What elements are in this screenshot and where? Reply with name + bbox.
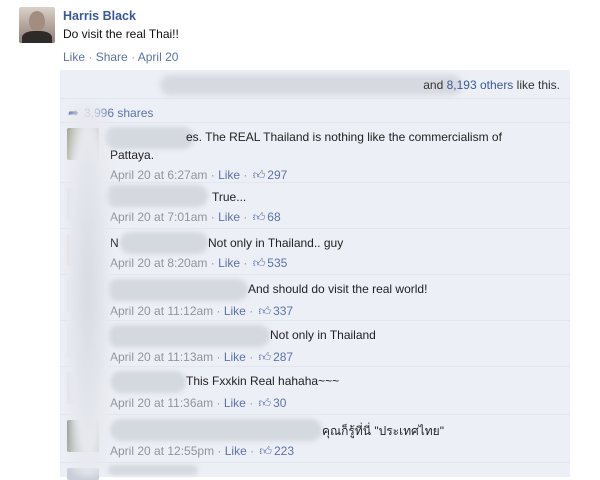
post-share-link[interactable]: Share [96,50,128,64]
comment-like-count[interactable]: 287 [273,350,293,364]
blurred-commenter-name [120,232,208,254]
comment-item: Not only in Thailand April 20 at 11:13am… [60,320,570,367]
comment-time[interactable]: April 20 at 11:12am [110,304,213,318]
comment-meta: April 20 at 11:13am · Like · 👍︎ 287 [110,350,294,364]
comment-time[interactable]: April 20 at 11:13am [110,350,213,364]
blurred-commenter-name [104,185,208,207]
author-avatar[interactable] [19,7,55,43]
thumbs-up-icon: 👍︎ [252,256,266,270]
comment-like-count[interactable]: 337 [273,304,293,318]
comment-item: es. The REAL Thailand is nothing like th… [60,122,570,182]
thumbs-up-icon: 👍︎ [252,168,266,182]
blurred-commenter-name [106,325,270,347]
blurred-commenter-name [106,279,248,301]
comment-text-continued: Pattaya. [110,148,155,162]
post-date-link[interactable]: April 20 [138,50,179,64]
feedback-section: and 8,193 others like this. ➦3,996 share… [60,70,570,480]
comment-like-count[interactable]: 30 [273,396,286,410]
comment-meta: April 20 at 7:01am · Like · 👍︎ 68 [110,210,281,224]
likes-prefix: and [423,78,447,92]
comment-item-partial [60,462,570,480]
comment-like-link[interactable]: Like [218,256,240,270]
comment-meta: April 20 at 8:20am · Like · 👍︎ 535 [110,256,288,270]
thumbs-up-icon: 👍︎ [258,304,272,318]
comment-time[interactable]: April 20 at 7:01am [110,210,207,224]
comment-author-initial[interactable]: N [110,236,119,250]
blurred-commenter-name [104,127,194,149]
comment-like-count[interactable]: 223 [274,444,294,458]
blurred-commenter-name [108,465,198,475]
comment-item: คุณก็รู้ที่นี่ "ประเทศไทย" April 20 at 1… [60,414,570,461]
comment-text: And should do visit the real world! [248,282,428,296]
blurred-commenter-name [110,371,186,393]
thumbs-up-icon: 👍︎ [258,350,272,364]
comment-item: True... April 20 at 7:01am · Like · 👍︎ 68 [60,182,570,229]
separator: · [131,50,136,64]
avatar-head [29,11,45,31]
comment-time[interactable]: April 20 at 8:20am [110,256,207,270]
comment-item: And should do visit the real world! Apri… [60,274,570,321]
comment-like-link[interactable]: Like [224,304,246,318]
comment-text: Not only in Thailand [270,328,376,342]
comment-like-link[interactable]: Like [218,210,240,224]
post-actions: Like · Share · April 20 [63,50,178,64]
comment-like-count[interactable]: 535 [267,256,287,270]
comment-text: คุณก็รู้ที่นี่ "ประเทศไทย" [322,424,444,438]
comment-text: This Fxxkin Real hahaha~~~ [186,374,340,388]
comment-meta: April 20 at 6:27am · Like · 👍︎ 297 [110,168,288,182]
blurred-commenter-name [110,419,322,441]
likes-summary: and 8,193 others like this. [423,78,560,92]
comment-like-link[interactable]: Like [224,350,246,364]
comment-meta: April 20 at 11:36am · Like · 👍︎ 30 [110,396,287,410]
comment-text: Not only in Thailand.. guy [208,236,344,250]
separator: · [88,50,93,64]
blurred-liker-names [160,75,462,95]
likes-suffix: like this. [513,78,560,92]
comment-text: es. The REAL Thailand is nothing like th… [186,130,502,144]
comment-meta: April 20 at 12:55pm · Like · 👍︎ 223 [110,444,294,458]
comment-like-link[interactable]: Like [218,168,240,182]
comment-like-count[interactable]: 68 [267,210,280,224]
comment-meta: April 20 at 11:12am · Like · 👍︎ 337 [110,304,294,318]
post-text: Do visit the real Thai!! [63,27,179,41]
thumbs-up-icon: 👍︎ [259,444,272,458]
post-author-name[interactable]: Harris Black [63,9,136,23]
comment-time[interactable]: April 20 at 11:36am [110,396,213,410]
comment-time[interactable]: April 20 at 12:55pm [110,444,214,458]
comment-like-link[interactable]: Like [224,396,246,410]
comment-like-link[interactable]: Like [225,444,247,458]
comment-item: This Fxxkin Real hahaha~~~ April 20 at 1… [60,366,570,413]
likes-row: and 8,193 others like this. [60,70,570,99]
likes-count-link[interactable]: 8,193 others [447,78,514,92]
comment-item: N Not only in Thailand.. guy April 20 at… [60,228,570,275]
comment-like-count[interactable]: 297 [267,168,287,182]
comment-text: True... [212,190,247,204]
privacy-blur-overlay [66,102,110,477]
thumbs-up-icon: 👍︎ [258,396,272,410]
post-like-link[interactable]: Like [63,50,85,64]
avatar-shoulders [22,31,52,43]
comment-time[interactable]: April 20 at 6:27am [110,168,207,182]
thumbs-up-icon: 👍︎ [252,210,266,224]
